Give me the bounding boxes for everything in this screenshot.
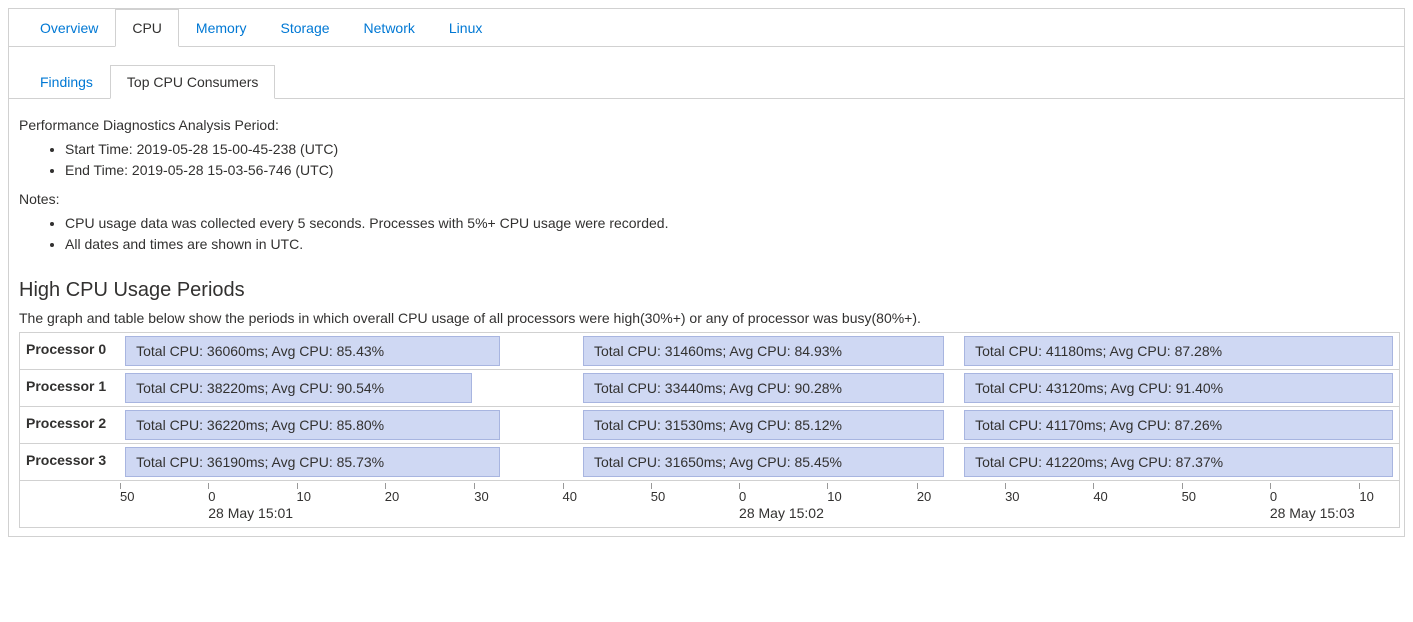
cpu-period-bar[interactable]: Total CPU: 31650ms; Avg CPU: 85.45% xyxy=(583,447,944,477)
cpu-period-bar[interactable]: Total CPU: 36220ms; Avg CPU: 85.80% xyxy=(125,410,500,440)
axis-date-label: 28 May 15:02 xyxy=(739,505,824,521)
processor-bars: Total CPU: 36190ms; Avg CPU: 85.73% Tota… xyxy=(120,444,1399,480)
cpu-period-bar[interactable]: Total CPU: 31460ms; Avg CPU: 84.93% xyxy=(583,336,944,366)
axis-tick-label: 40 xyxy=(1093,489,1107,504)
axis-ticks: 50 0 10 20 30 40 50 0 10 20 30 40 50 0 10 xyxy=(120,485,1399,505)
content-area: Performance Diagnostics Analysis Period:… xyxy=(9,99,1404,528)
tab-network[interactable]: Network xyxy=(347,9,432,47)
table-row: Processor 2 Total CPU: 36220ms; Avg CPU:… xyxy=(20,407,1399,444)
axis-tick-label: 50 xyxy=(1182,489,1196,504)
cpu-period-bar[interactable]: Total CPU: 36190ms; Avg CPU: 85.73% xyxy=(125,447,500,477)
analysis-period-list: Start Time: 2019-05-28 15-00-45-238 (UTC… xyxy=(19,139,1400,181)
axis-dates: 28 May 15:01 28 May 15:02 28 May 15:03 xyxy=(120,505,1399,527)
axis-tick-label: 10 xyxy=(297,489,311,504)
note-item: CPU usage data was collected every 5 sec… xyxy=(65,213,1400,234)
cpu-period-bar[interactable]: Total CPU: 31530ms; Avg CPU: 85.12% xyxy=(583,410,944,440)
tab-memory[interactable]: Memory xyxy=(179,9,264,47)
cpu-period-bar[interactable]: Total CPU: 33440ms; Avg CPU: 90.28% xyxy=(583,373,944,403)
tab-linux[interactable]: Linux xyxy=(432,9,499,47)
axis-tick-label: 0 xyxy=(1270,489,1277,504)
page-container: Overview CPU Memory Storage Network Linu… xyxy=(8,8,1405,537)
processor-bars: Total CPU: 36220ms; Avg CPU: 85.80% Tota… xyxy=(120,407,1399,443)
cpu-period-bar[interactable]: Total CPU: 43120ms; Avg CPU: 91.40% xyxy=(964,373,1392,403)
axis-date-label: 28 May 15:03 xyxy=(1270,505,1355,521)
axis-date-label: 28 May 15:01 xyxy=(208,505,293,521)
axis-tick-label: 20 xyxy=(385,489,399,504)
processor-label: Processor 0 xyxy=(20,333,120,369)
axis-spacer xyxy=(20,481,120,527)
time-axis-row: 50 0 10 20 30 40 50 0 10 20 30 40 50 0 10 28 May 15:01… xyxy=(20,481,1399,528)
processor-table: Processor 0 Total CPU: 36060ms; Avg CPU:… xyxy=(19,332,1400,528)
axis-tick-label: 0 xyxy=(208,489,215,504)
axis-tick-label: 50 xyxy=(120,489,134,504)
cpu-period-bar[interactable]: Total CPU: 38220ms; Avg CPU: 90.54% xyxy=(125,373,472,403)
analysis-period-label: Performance Diagnostics Analysis Period: xyxy=(19,117,1400,133)
high-cpu-heading: High CPU Usage Periods xyxy=(19,279,1400,302)
processor-bars: Total CPU: 36060ms; Avg CPU: 85.43% Tota… xyxy=(120,333,1399,369)
processor-label: Processor 2 xyxy=(20,407,120,443)
tab-overview[interactable]: Overview xyxy=(23,9,115,47)
note-item: All dates and times are shown in UTC. xyxy=(65,234,1400,255)
notes-list: CPU usage data was collected every 5 sec… xyxy=(19,213,1400,255)
axis-tick-label: 50 xyxy=(651,489,665,504)
end-time: End Time: 2019-05-28 15-03-56-746 (UTC) xyxy=(65,160,1400,181)
processor-label: Processor 1 xyxy=(20,370,120,406)
axis-tick-label: 20 xyxy=(917,489,931,504)
table-row: Processor 3 Total CPU: 36190ms; Avg CPU:… xyxy=(20,444,1399,481)
axis-tick-label: 40 xyxy=(563,489,577,504)
main-tabs: Overview CPU Memory Storage Network Linu… xyxy=(9,9,1404,47)
subtab-top-cpu[interactable]: Top CPU Consumers xyxy=(110,65,276,99)
cpu-period-bar[interactable]: Total CPU: 41180ms; Avg CPU: 87.28% xyxy=(964,336,1392,366)
axis-tick-label: 0 xyxy=(739,489,746,504)
cpu-period-bar[interactable]: Total CPU: 41220ms; Avg CPU: 87.37% xyxy=(964,447,1392,477)
time-axis: 50 0 10 20 30 40 50 0 10 20 30 40 50 0 10 28 May 15:01… xyxy=(120,481,1399,527)
processor-label: Processor 3 xyxy=(20,444,120,480)
notes-label: Notes: xyxy=(19,191,1400,207)
high-cpu-desc: The graph and table below show the perio… xyxy=(19,310,1400,326)
sub-tabs: Findings Top CPU Consumers xyxy=(9,47,1404,99)
axis-tick-label: 10 xyxy=(1359,489,1373,504)
axis-tick-label: 10 xyxy=(827,489,841,504)
table-row: Processor 0 Total CPU: 36060ms; Avg CPU:… xyxy=(20,333,1399,370)
axis-tick-label: 30 xyxy=(474,489,488,504)
start-time: Start Time: 2019-05-28 15-00-45-238 (UTC… xyxy=(65,139,1400,160)
cpu-period-bar[interactable]: Total CPU: 41170ms; Avg CPU: 87.26% xyxy=(964,410,1392,440)
axis-tick-label: 30 xyxy=(1005,489,1019,504)
cpu-period-bar[interactable]: Total CPU: 36060ms; Avg CPU: 85.43% xyxy=(125,336,500,366)
tab-storage[interactable]: Storage xyxy=(263,9,346,47)
processor-bars: Total CPU: 38220ms; Avg CPU: 90.54% Tota… xyxy=(120,370,1399,406)
table-row: Processor 1 Total CPU: 38220ms; Avg CPU:… xyxy=(20,370,1399,407)
subtab-findings[interactable]: Findings xyxy=(23,65,110,99)
tab-cpu[interactable]: CPU xyxy=(115,9,179,47)
